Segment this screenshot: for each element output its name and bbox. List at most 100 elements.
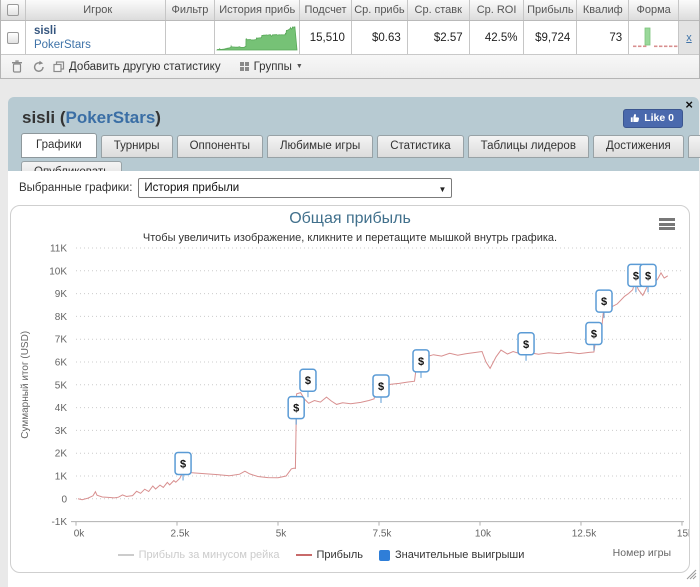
svg-text:5K: 5K <box>55 380 68 391</box>
col-profit[interactable]: Прибыль <box>524 0 577 20</box>
row-checkbox[interactable] <box>7 32 19 44</box>
chart-legend: Прибыль за минусом рейка Прибыль Значите… <box>11 549 631 561</box>
col-filter[interactable]: Фильтр <box>166 0 216 20</box>
panel-body: Выбранные графики: История прибыли ▼ Общ… <box>8 171 699 587</box>
table-toolbar: Добавить другую статистику Группы ▼ <box>1 55 699 78</box>
player-name-link[interactable]: sisli <box>34 24 56 38</box>
svg-text:12.5k: 12.5k <box>572 529 597 540</box>
svg-text:0: 0 <box>61 494 67 505</box>
count-value: 15,510 <box>300 21 352 54</box>
tab-statistics[interactable]: Статистика <box>377 135 463 158</box>
col-qualif[interactable]: Квалиф <box>577 0 629 20</box>
resize-handle[interactable] <box>686 567 697 585</box>
svg-text:9K: 9K <box>55 289 68 300</box>
col-history[interactable]: История прибь <box>215 0 300 20</box>
tab-achievements[interactable]: Достижения <box>593 135 684 158</box>
add-stat-label: Добавить другую статистику <box>69 61 221 73</box>
svg-text:5k: 5k <box>276 529 288 540</box>
col-avg-profit[interactable]: Ср. прибь <box>352 0 408 20</box>
select-all-cell <box>1 0 26 20</box>
form-cell <box>629 21 679 54</box>
tab-leaderboards[interactable]: Таблицы лидеров <box>468 135 589 158</box>
row-select-cell <box>1 21 26 54</box>
panel-header: sisli (PokerStars) Like 0 <box>8 97 699 133</box>
avg-stake-value: $2.57 <box>408 21 470 54</box>
legend-line-icon <box>296 554 312 556</box>
svg-text:4K: 4K <box>55 403 68 414</box>
svg-text:8K: 8K <box>55 312 68 323</box>
filter-cell <box>166 21 216 54</box>
profit-value: $9,724 <box>524 21 577 54</box>
x-axis-title: Номер игры <box>613 547 671 559</box>
panel-site-link[interactable]: PokerStars <box>66 108 156 127</box>
tab-opponents[interactable]: Оппоненты <box>177 135 263 158</box>
panel-title: sisli (PokerStars) <box>22 108 161 127</box>
tab-favorite-games[interactable]: Любимые игры <box>267 135 373 158</box>
col-avg-stake[interactable]: Ср. ставк <box>408 0 470 20</box>
svg-text:$: $ <box>180 458 186 470</box>
legend-profit-minus-rake[interactable]: Прибыль за минусом рейка <box>118 549 280 561</box>
chart-select-caret-icon: ▼ <box>438 185 446 194</box>
table-row: sisli PokerStars 15,510 $0.63 $2.57 42.5… <box>1 21 699 55</box>
col-actions <box>679 0 699 20</box>
add-stat-button[interactable]: Добавить другую статистику <box>53 61 221 73</box>
col-form[interactable]: Форма <box>629 0 679 20</box>
svg-text:$: $ <box>523 339 529 351</box>
legend-line-icon <box>118 554 134 556</box>
player-panel: × sisli (PokerStars) Like 0 Графики Турн… <box>8 97 699 587</box>
chart-container[interactable]: Общая прибыль Чтобы увеличить изображени… <box>10 205 690 573</box>
svg-text:Суммарный итог (USD): Суммарный итог (USD) <box>20 331 31 439</box>
svg-text:15k: 15k <box>677 529 690 540</box>
thumb-up-icon <box>630 113 640 123</box>
remove-row-link[interactable]: x <box>686 32 692 44</box>
svg-text:6K: 6K <box>55 358 68 369</box>
legend-profit[interactable]: Прибыль <box>296 549 364 561</box>
avg-roi-value: 42.5% <box>470 21 525 54</box>
avg-profit-value: $0.63 <box>352 21 408 54</box>
svg-text:7K: 7K <box>55 335 68 346</box>
row-actions-cell: x <box>679 21 699 54</box>
profit-history-cell[interactable] <box>215 21 300 54</box>
chart-select-row: Выбранные графики: История прибыли ▼ <box>8 171 699 198</box>
stats-widget: Игрок Фильтр История прибь Подсчет Ср. п… <box>0 0 700 79</box>
delete-icon[interactable] <box>9 59 25 75</box>
groups-label: Группы <box>254 61 292 73</box>
chart-select-value: История прибыли <box>144 182 239 194</box>
legend-square-icon <box>379 550 390 561</box>
col-player[interactable]: Игрок <box>26 0 166 20</box>
svg-text:1K: 1K <box>55 472 68 483</box>
svg-text:7.5k: 7.5k <box>373 529 393 540</box>
player-site-link[interactable]: PokerStars <box>34 38 91 52</box>
tab-tournaments[interactable]: Турниры <box>101 135 173 158</box>
svg-text:$: $ <box>305 375 311 387</box>
groups-button[interactable]: Группы ▼ <box>239 61 303 73</box>
qualif-value: 73 <box>577 21 629 54</box>
tab-find[interactable]: Найти <box>688 135 700 158</box>
groups-caret-icon: ▼ <box>296 63 303 70</box>
col-count[interactable]: Подсчет <box>300 0 352 20</box>
select-all-checkbox[interactable] <box>7 4 19 16</box>
svg-text:$: $ <box>645 270 651 282</box>
svg-text:$: $ <box>591 329 597 341</box>
tab-charts[interactable]: Графики <box>21 133 97 158</box>
svg-text:$: $ <box>378 381 384 393</box>
svg-text:3K: 3K <box>55 426 68 437</box>
page: Игрок Фильтр История прибь Подсчет Ср. п… <box>0 0 700 587</box>
svg-text:2.5k: 2.5k <box>171 529 191 540</box>
profit-history-sparkline <box>216 23 299 53</box>
svg-text:$: $ <box>601 296 607 308</box>
chart-select-label: Выбранные графики: <box>19 182 132 194</box>
add-stat-icon <box>53 61 65 73</box>
svg-text:$: $ <box>293 403 299 415</box>
like-label: Like 0 <box>644 112 674 124</box>
legend-significant-wins[interactable]: Значительные выигрыши <box>379 549 524 561</box>
chart-select-dropdown[interactable]: История прибыли ▼ <box>138 178 452 198</box>
refresh-icon[interactable] <box>31 59 47 75</box>
svg-text:2K: 2K <box>55 449 68 460</box>
profit-chart[interactable]: 11K10K9K8K7K6K5K4K3K2K1K0-1K0k2.5k5k7.5k… <box>11 206 690 573</box>
svg-text:10K: 10K <box>49 266 67 277</box>
svg-text:-1K: -1K <box>51 517 67 528</box>
svg-text:$: $ <box>633 270 639 282</box>
facebook-like-button[interactable]: Like 0 <box>623 109 683 128</box>
col-avg-roi[interactable]: Ср. ROI <box>470 0 525 20</box>
